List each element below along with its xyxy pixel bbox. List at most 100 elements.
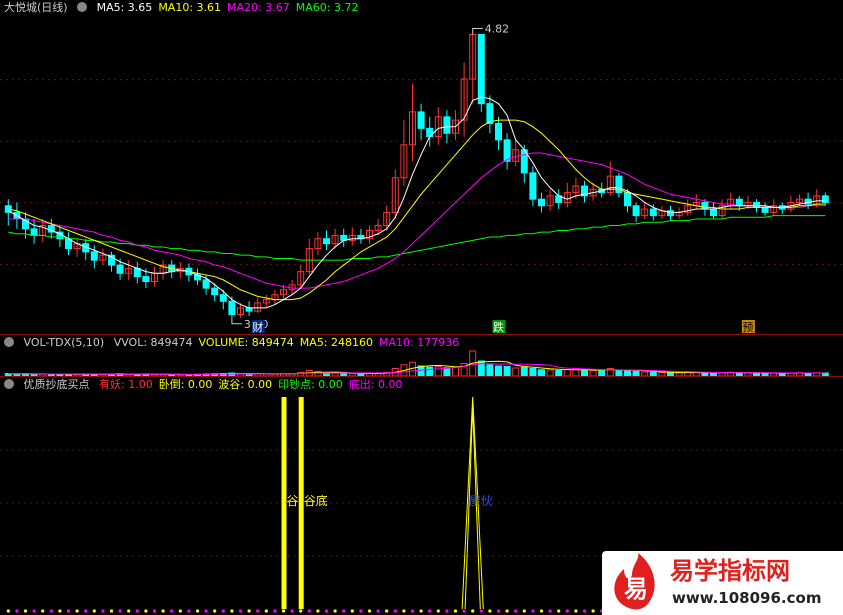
candle-body [443, 116, 451, 134]
bottom-dot-marker [462, 609, 466, 613]
bottom-dot-marker [178, 609, 182, 613]
flame-logo-icon: 易 易学指标网 www.108096.com [614, 553, 821, 610]
bottom-dot-marker [316, 609, 320, 613]
bottom-dot-marker [281, 609, 286, 613]
bottom-dot-marker [170, 609, 174, 613]
candle-body [228, 300, 236, 315]
bottom-dot-marker [324, 609, 329, 613]
bottom-dot-marker [118, 609, 122, 613]
settings-circle-icon[interactable] [4, 379, 14, 389]
ind-legend-item-2: 波谷: 0.00 [218, 378, 273, 391]
indicator-signal-label: 谷底 [304, 493, 328, 508]
volume-bar [520, 366, 528, 376]
candle-body [90, 251, 98, 261]
bottom-dot-marker [514, 609, 518, 613]
bottom-dot-marker [92, 609, 96, 613]
event-marker-label: 财 [252, 320, 263, 334]
bottom-dot-marker [350, 609, 354, 613]
bottom-dot-marker [23, 609, 28, 613]
bottom-dot-marker [299, 609, 303, 613]
candle-body [142, 276, 150, 283]
ind-legend-item-4: 底出: 0.00 [348, 378, 403, 391]
bottom-dot-marker [32, 609, 36, 613]
vol-legend-item-3: MA10: 177936 [379, 336, 460, 349]
candle-body [30, 228, 38, 236]
bottom-dot-marker [256, 609, 260, 613]
bottom-dot-marker [574, 609, 578, 613]
candle-body [649, 208, 657, 217]
bottom-dot-marker [565, 609, 569, 613]
indicator-panel-header: 优质抄底买点 有妖: 1.00 卧倒: 0.00 波谷: 0.00 印钞点: 0.00… [0, 377, 415, 393]
volume-bar [503, 366, 511, 376]
ind-legend-item-1: 卧倒: 0.00 [158, 378, 213, 391]
bottom-dot-marker [307, 609, 311, 613]
volume-bar [529, 368, 537, 376]
candle-body [529, 172, 537, 200]
event-marker-label: 跌 [493, 320, 504, 334]
bottom-dot-marker [505, 609, 509, 613]
bottom-dot-marker [402, 609, 406, 613]
candle-body [426, 127, 434, 138]
bottom-dot-marker [264, 609, 268, 613]
bottom-dot-marker [144, 609, 148, 613]
volume-bar [434, 366, 442, 376]
bottom-dot-marker [591, 609, 595, 613]
bottom-dot-marker [531, 609, 535, 613]
bottom-dot-marker [385, 609, 389, 613]
bottom-dot-marker [393, 609, 397, 613]
vol-legend-item-2: MA5: 248160 [299, 336, 374, 349]
bottom-dot-marker [557, 609, 561, 613]
bottom-dot-marker [333, 609, 337, 613]
price-chart[interactable]: 4.823.10财跌预 [0, 0, 843, 334]
candle-body [710, 208, 717, 217]
candle-body [632, 205, 640, 217]
candle-body [753, 201, 760, 208]
bottom-dot-marker [479, 609, 483, 613]
bottom-dot-marker [290, 609, 294, 613]
bottom-dot-marker [548, 609, 552, 613]
bottom-dot-marker [15, 609, 19, 613]
candle-body [202, 279, 210, 289]
bottom-dot-marker [445, 609, 449, 613]
bottom-dot-marker [230, 609, 234, 613]
indicator-legend: 有妖: 1.00 卧倒: 0.00 波谷: 0.00 印钞点: 0.00 底出: 0.0… [99, 378, 409, 391]
bottom-dot-marker [238, 609, 243, 613]
bottom-dot-marker [66, 609, 71, 613]
indicator-title: 优质抄底买点 [23, 378, 90, 391]
bottom-dot-marker [488, 609, 492, 613]
bottom-dot-marker [342, 609, 346, 613]
watermark-logo: 易 易学指标网 www.108096.com [602, 551, 843, 615]
volume-bar [512, 367, 520, 376]
candle-body [417, 111, 425, 129]
settings-circle-icon[interactable] [4, 337, 14, 347]
indicator-signal-label: 屋伙 [469, 494, 493, 508]
bottom-dot-marker [522, 609, 526, 613]
low-pointer [231, 317, 242, 325]
vol-legend-item-1: VOLUME: 849474 [198, 336, 294, 349]
candle-body [486, 103, 494, 124]
bottom-dot-marker [161, 609, 165, 613]
event-marker-label: 预 [742, 321, 753, 334]
volume-panel: VOL-TDX(5,10) VVOL: 849474 VOLUME: 849474… [0, 335, 843, 376]
candle-body [477, 33, 485, 105]
bottom-dot-marker [213, 609, 217, 613]
volume-bar [443, 367, 451, 376]
candle-body [219, 294, 227, 302]
candle-body [761, 206, 769, 213]
volume-bar [495, 365, 502, 376]
volume-title: VOL-TDX(5,10) [23, 336, 105, 349]
volume-panel-header: VOL-TDX(5,10) VVOL: 849474 VOLUME: 849474… [0, 335, 471, 351]
indicator-signal-label: 谷 [287, 494, 299, 508]
bottom-dot-marker [453, 609, 458, 613]
bottom-dot-marker [582, 609, 587, 613]
candle-body [503, 139, 511, 162]
bottom-dot-marker [41, 609, 45, 613]
bottom-dot-marker [195, 609, 200, 613]
ma10-line [8, 119, 826, 301]
candle-body [735, 198, 743, 207]
bottom-dot-marker [6, 609, 10, 613]
bottom-dot-marker [152, 609, 157, 613]
ma60-line [8, 215, 826, 261]
high-pointer [472, 27, 483, 35]
ind-legend-item-3: 印钞点: 0.00 [278, 378, 343, 391]
